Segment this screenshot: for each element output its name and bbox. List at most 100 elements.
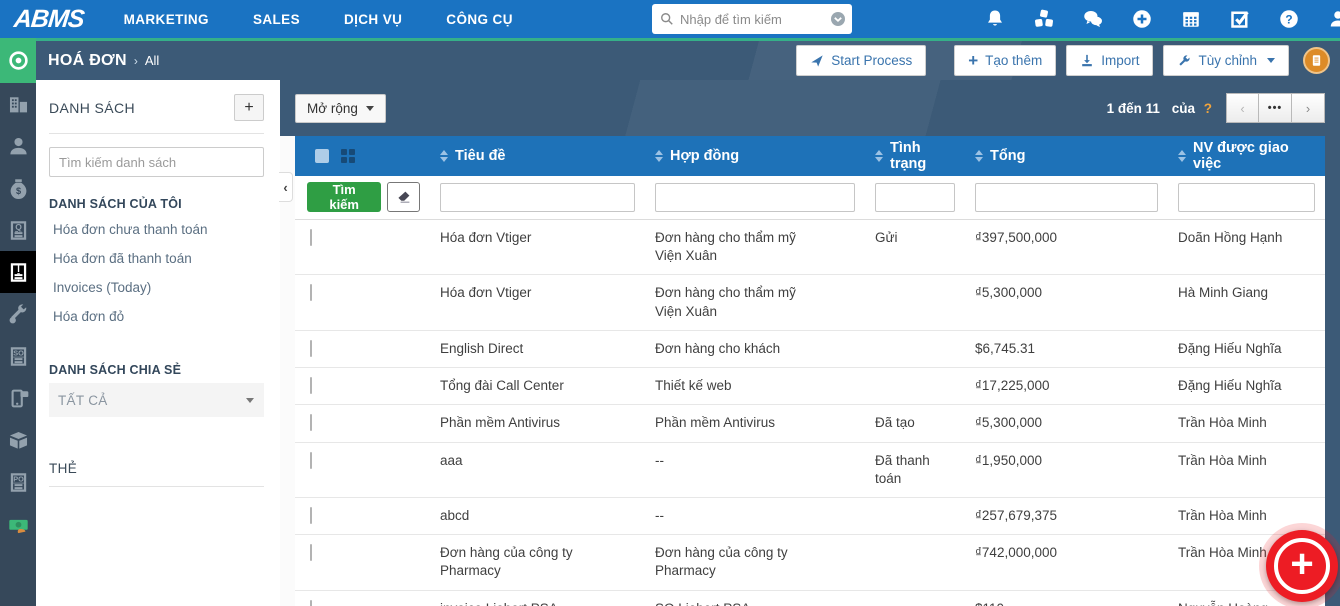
sidebar-item-red-invoices[interactable]: Hóa đơn đỏ — [49, 302, 264, 331]
menu-sales[interactable]: SALES — [253, 12, 300, 27]
table-row[interactable]: Phần mềm Antivirus Phần mềm Antivirus Đã… — [295, 405, 1325, 443]
bell-icon[interactable] — [985, 9, 1005, 29]
svg-text:$: $ — [15, 185, 20, 195]
calendar-icon[interactable] — [1181, 9, 1201, 29]
menu-dich-vu[interactable]: DỊCH VỤ — [344, 12, 402, 27]
rail-sales-orders-icon[interactable]: SO — [0, 335, 36, 377]
pagination-next-button[interactable]: › — [1292, 93, 1325, 123]
row-checkbox[interactable] — [310, 506, 312, 524]
sort-icon[interactable] — [1178, 150, 1186, 162]
create-button[interactable]: + Tạo thêm — [954, 45, 1057, 76]
sidebar-item-invoices-today[interactable]: Invoices (Today) — [49, 273, 264, 302]
rail-services-icon[interactable] — [0, 293, 36, 335]
pagination-jump-button[interactable]: ••• — [1259, 93, 1292, 123]
table-row[interactable]: English Direct Đơn hàng cho khách $6,745… — [295, 330, 1325, 369]
help-icon[interactable]: ? — [1279, 9, 1299, 29]
import-button[interactable]: Import — [1066, 45, 1154, 76]
row-checkbox[interactable] — [310, 451, 312, 469]
row-checkbox[interactable] — [310, 544, 312, 562]
row-checkbox[interactable] — [310, 229, 312, 246]
cell-total: ₫17,225,000 — [975, 378, 1050, 394]
pagination-total-count[interactable]: ? — [1204, 101, 1212, 116]
chat-icon[interactable] — [1083, 9, 1103, 29]
create-record-fab[interactable] — [1266, 530, 1338, 602]
rail-quotes-icon[interactable]: Q — [0, 209, 36, 251]
row-checkbox[interactable] — [310, 377, 312, 395]
start-process-button[interactable]: Start Process — [796, 45, 927, 76]
cell-title[interactable]: English Direct — [430, 331, 645, 367]
pagination-prev-button[interactable]: ‹ — [1226, 93, 1259, 123]
rail-purchase-orders-icon[interactable]: PO — [0, 461, 36, 503]
table-row[interactable]: Hóa đơn Vtiger Đơn hàng cho thẩm mỹ Viện… — [295, 275, 1325, 331]
rail-products-icon[interactable] — [0, 419, 36, 461]
column-header-total[interactable]: Tổng — [965, 148, 1168, 164]
add-list-button[interactable]: + — [234, 94, 264, 121]
table-row[interactable]: Đơn hàng của công ty Pharmacy Đơn hàng c… — [295, 535, 1325, 591]
table-row[interactable]: aaa -- Đã thanh toán ₫1,950,000 Trần Hòa… — [295, 442, 1325, 498]
sort-icon[interactable] — [875, 150, 883, 162]
select-all-checkbox[interactable] — [315, 149, 329, 163]
cell-title[interactable]: Phần mềm Antivirus — [430, 405, 645, 441]
rail-organizations-icon[interactable] — [0, 83, 36, 125]
tasks-icon[interactable] — [1230, 9, 1250, 29]
sidebar-collapse-toggle[interactable]: ‹ — [279, 172, 293, 202]
global-search-input[interactable] — [680, 11, 830, 27]
grid-view-icon[interactable] — [341, 149, 355, 163]
cell-title[interactable]: Hóa đơn Vtiger — [430, 220, 645, 274]
sort-icon[interactable] — [975, 150, 983, 162]
plus-circle-icon[interactable] — [1132, 9, 1152, 29]
menu-marketing[interactable]: MARKETING — [124, 12, 209, 27]
search-button[interactable]: Tìm kiếm — [307, 182, 382, 212]
filter-input-status[interactable] — [875, 182, 955, 212]
rail-phone-icon[interactable] — [0, 377, 36, 419]
clear-filters-button[interactable] — [387, 182, 420, 212]
list-search-input[interactable] — [49, 147, 264, 177]
filter-input-contract[interactable] — [655, 182, 855, 212]
user-avatar[interactable] — [1303, 47, 1330, 74]
cell-title[interactable]: abcd — [430, 498, 645, 534]
cell-contract: Đơn hàng cho khách — [655, 340, 781, 356]
shared-lists-dropdown[interactable]: TẤT CẢ — [49, 383, 264, 417]
cell-title[interactable]: aaa — [430, 443, 645, 497]
sidebar-item-unpaid-invoices[interactable]: Hóa đơn chưa thanh toán — [49, 215, 264, 244]
rail-invoices-icon[interactable]: I — [0, 251, 36, 293]
rail-target-icon[interactable] — [0, 38, 36, 83]
row-checkbox[interactable] — [310, 339, 312, 357]
user-icon[interactable] — [1328, 9, 1340, 29]
global-search-box[interactable] — [652, 4, 852, 34]
table-row[interactable]: abcd -- ₫257,679,375 Trần Hòa Minh — [295, 497, 1325, 536]
cell-title[interactable]: Tổng đài Call Center — [430, 368, 645, 404]
row-checkbox[interactable] — [310, 599, 312, 606]
cell-title[interactable]: Đơn hàng của công ty Pharmacy — [430, 535, 645, 589]
cell-contract: Đơn hàng cho thẩm mỹ Viện Xuân — [655, 230, 796, 264]
breadcrumb-view[interactable]: All — [145, 53, 159, 68]
table-row[interactable]: invoice Liebert PSA SO Liebert PSA $110 … — [295, 590, 1325, 606]
cell-title[interactable]: Hóa đơn Vtiger — [430, 275, 645, 329]
sort-icon[interactable] — [440, 150, 448, 162]
cell-title[interactable]: invoice Liebert PSA — [430, 591, 645, 606]
sidebar-item-paid-invoices[interactable]: Hóa đơn đã thanh toán — [49, 244, 264, 273]
sort-icon[interactable] — [655, 150, 663, 162]
table-row[interactable]: Hóa đơn Vtiger Đơn hàng cho thẩm mỹ Viện… — [295, 220, 1325, 276]
rail-contacts-icon[interactable] — [0, 125, 36, 167]
table-row[interactable]: Tổng đài Call Center Thiết kế web ₫17,22… — [295, 368, 1325, 406]
column-header-status[interactable]: Tình trạng — [865, 140, 965, 172]
column-header-title[interactable]: Tiêu đề — [430, 148, 645, 164]
filter-input-title[interactable] — [440, 182, 635, 212]
row-checkbox[interactable] — [310, 414, 312, 432]
chevron-circle-icon[interactable] — [830, 11, 846, 27]
rail-sales-money-bag-icon[interactable]: $ — [0, 167, 36, 209]
expand-label: Mở rộng — [307, 100, 358, 116]
filter-input-assignee[interactable] — [1178, 182, 1315, 212]
app-logo[interactable]: ABMS — [12, 5, 86, 34]
customize-button[interactable]: Tùy chỉnh — [1163, 45, 1289, 76]
row-checkbox[interactable] — [310, 284, 312, 302]
breadcrumb-module[interactable]: HOÁ ĐƠN — [48, 52, 127, 70]
expand-button[interactable]: Mở rộng — [295, 93, 386, 123]
apps-icon[interactable] — [1034, 9, 1054, 29]
column-header-contract[interactable]: Hợp đồng — [645, 148, 865, 164]
menu-cong-cu[interactable]: CÔNG CỤ — [446, 12, 513, 27]
rail-payments-icon[interactable] — [0, 503, 36, 545]
column-header-assignee[interactable]: NV được giao việc — [1168, 140, 1325, 172]
filter-input-total[interactable] — [975, 182, 1158, 212]
